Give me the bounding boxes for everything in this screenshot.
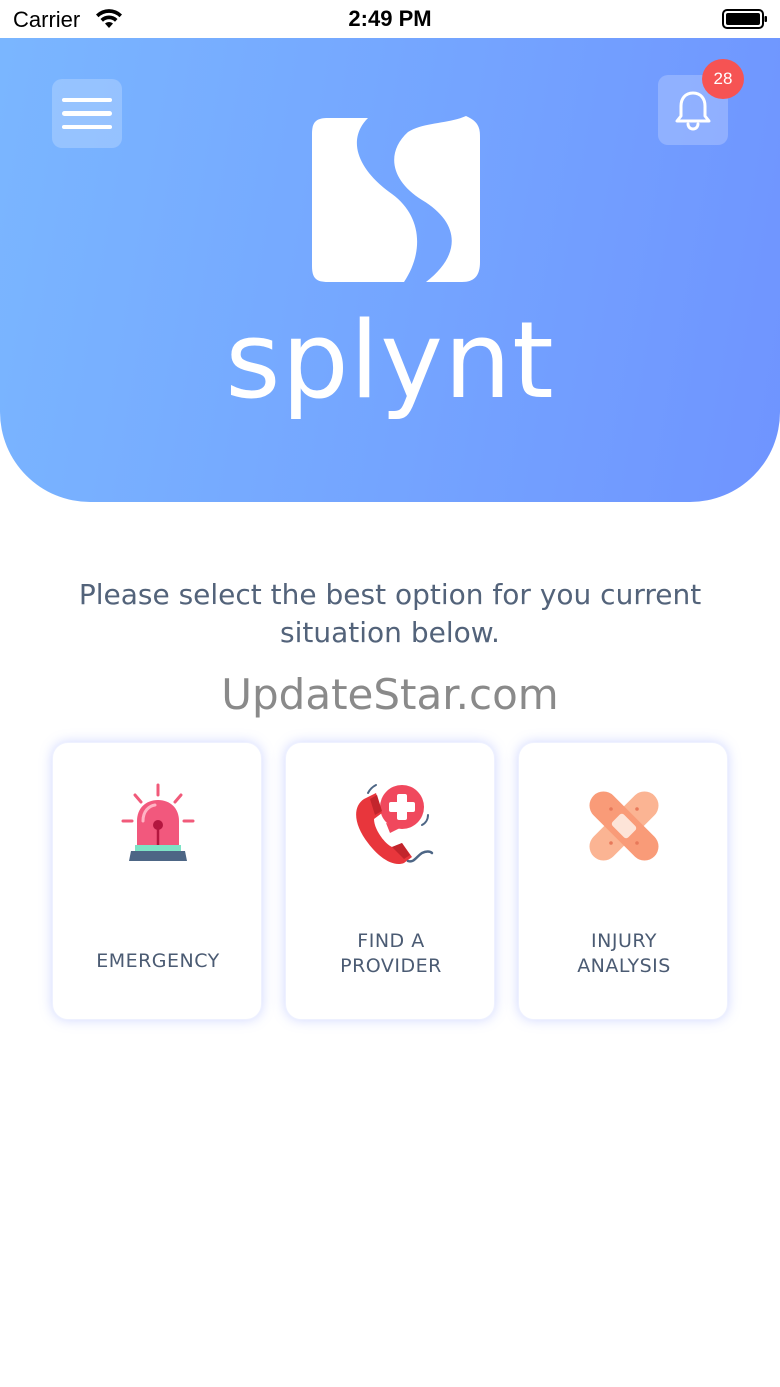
battery-icon: [722, 9, 767, 29]
emergency-card[interactable]: EMERGENCY: [52, 742, 262, 1020]
option-cards: EMERGENCY FIND A PROVIDER INJURY ANALYSI…: [52, 742, 728, 1022]
bandage-icon: [589, 791, 659, 861]
injury-analysis-label-line1: INJURY: [591, 930, 657, 952]
card-icon-wrap: [53, 781, 263, 871]
splynt-logo-icon: [312, 116, 480, 282]
card-icon-wrap: [286, 781, 496, 871]
hamburger-bar: [62, 124, 112, 130]
find-provider-label-line2: PROVIDER: [340, 955, 442, 977]
siren-icon: [121, 783, 195, 861]
card-icon-wrap: [519, 781, 729, 871]
selection-prompt: Please select the best option for you cu…: [78, 578, 702, 649]
bell-icon: [675, 91, 711, 131]
emergency-label: EMERGENCY: [96, 950, 220, 972]
status-bar: Carrier 2:49 PM: [0, 0, 780, 38]
hamburger-bar: [62, 111, 112, 116]
injury-analysis-label-line2: ANALYSIS: [577, 955, 671, 977]
clock-time: 2:49 PM: [348, 6, 432, 31]
watermark-text: UpdateStar.com: [221, 670, 559, 719]
menu-button[interactable]: [52, 79, 122, 148]
logo-wordmark: splynt: [225, 299, 555, 422]
header-banner: 28 splynt: [0, 38, 780, 502]
notification-badge: 28: [702, 59, 744, 99]
injury-analysis-card[interactable]: INJURY ANALYSIS: [518, 742, 728, 1020]
medical-phone-icon: [356, 784, 434, 865]
find-provider-card[interactable]: FIND A PROVIDER: [285, 742, 495, 1020]
find-provider-label-line1: FIND A: [357, 930, 425, 952]
hamburger-menu-icon: [62, 97, 112, 103]
